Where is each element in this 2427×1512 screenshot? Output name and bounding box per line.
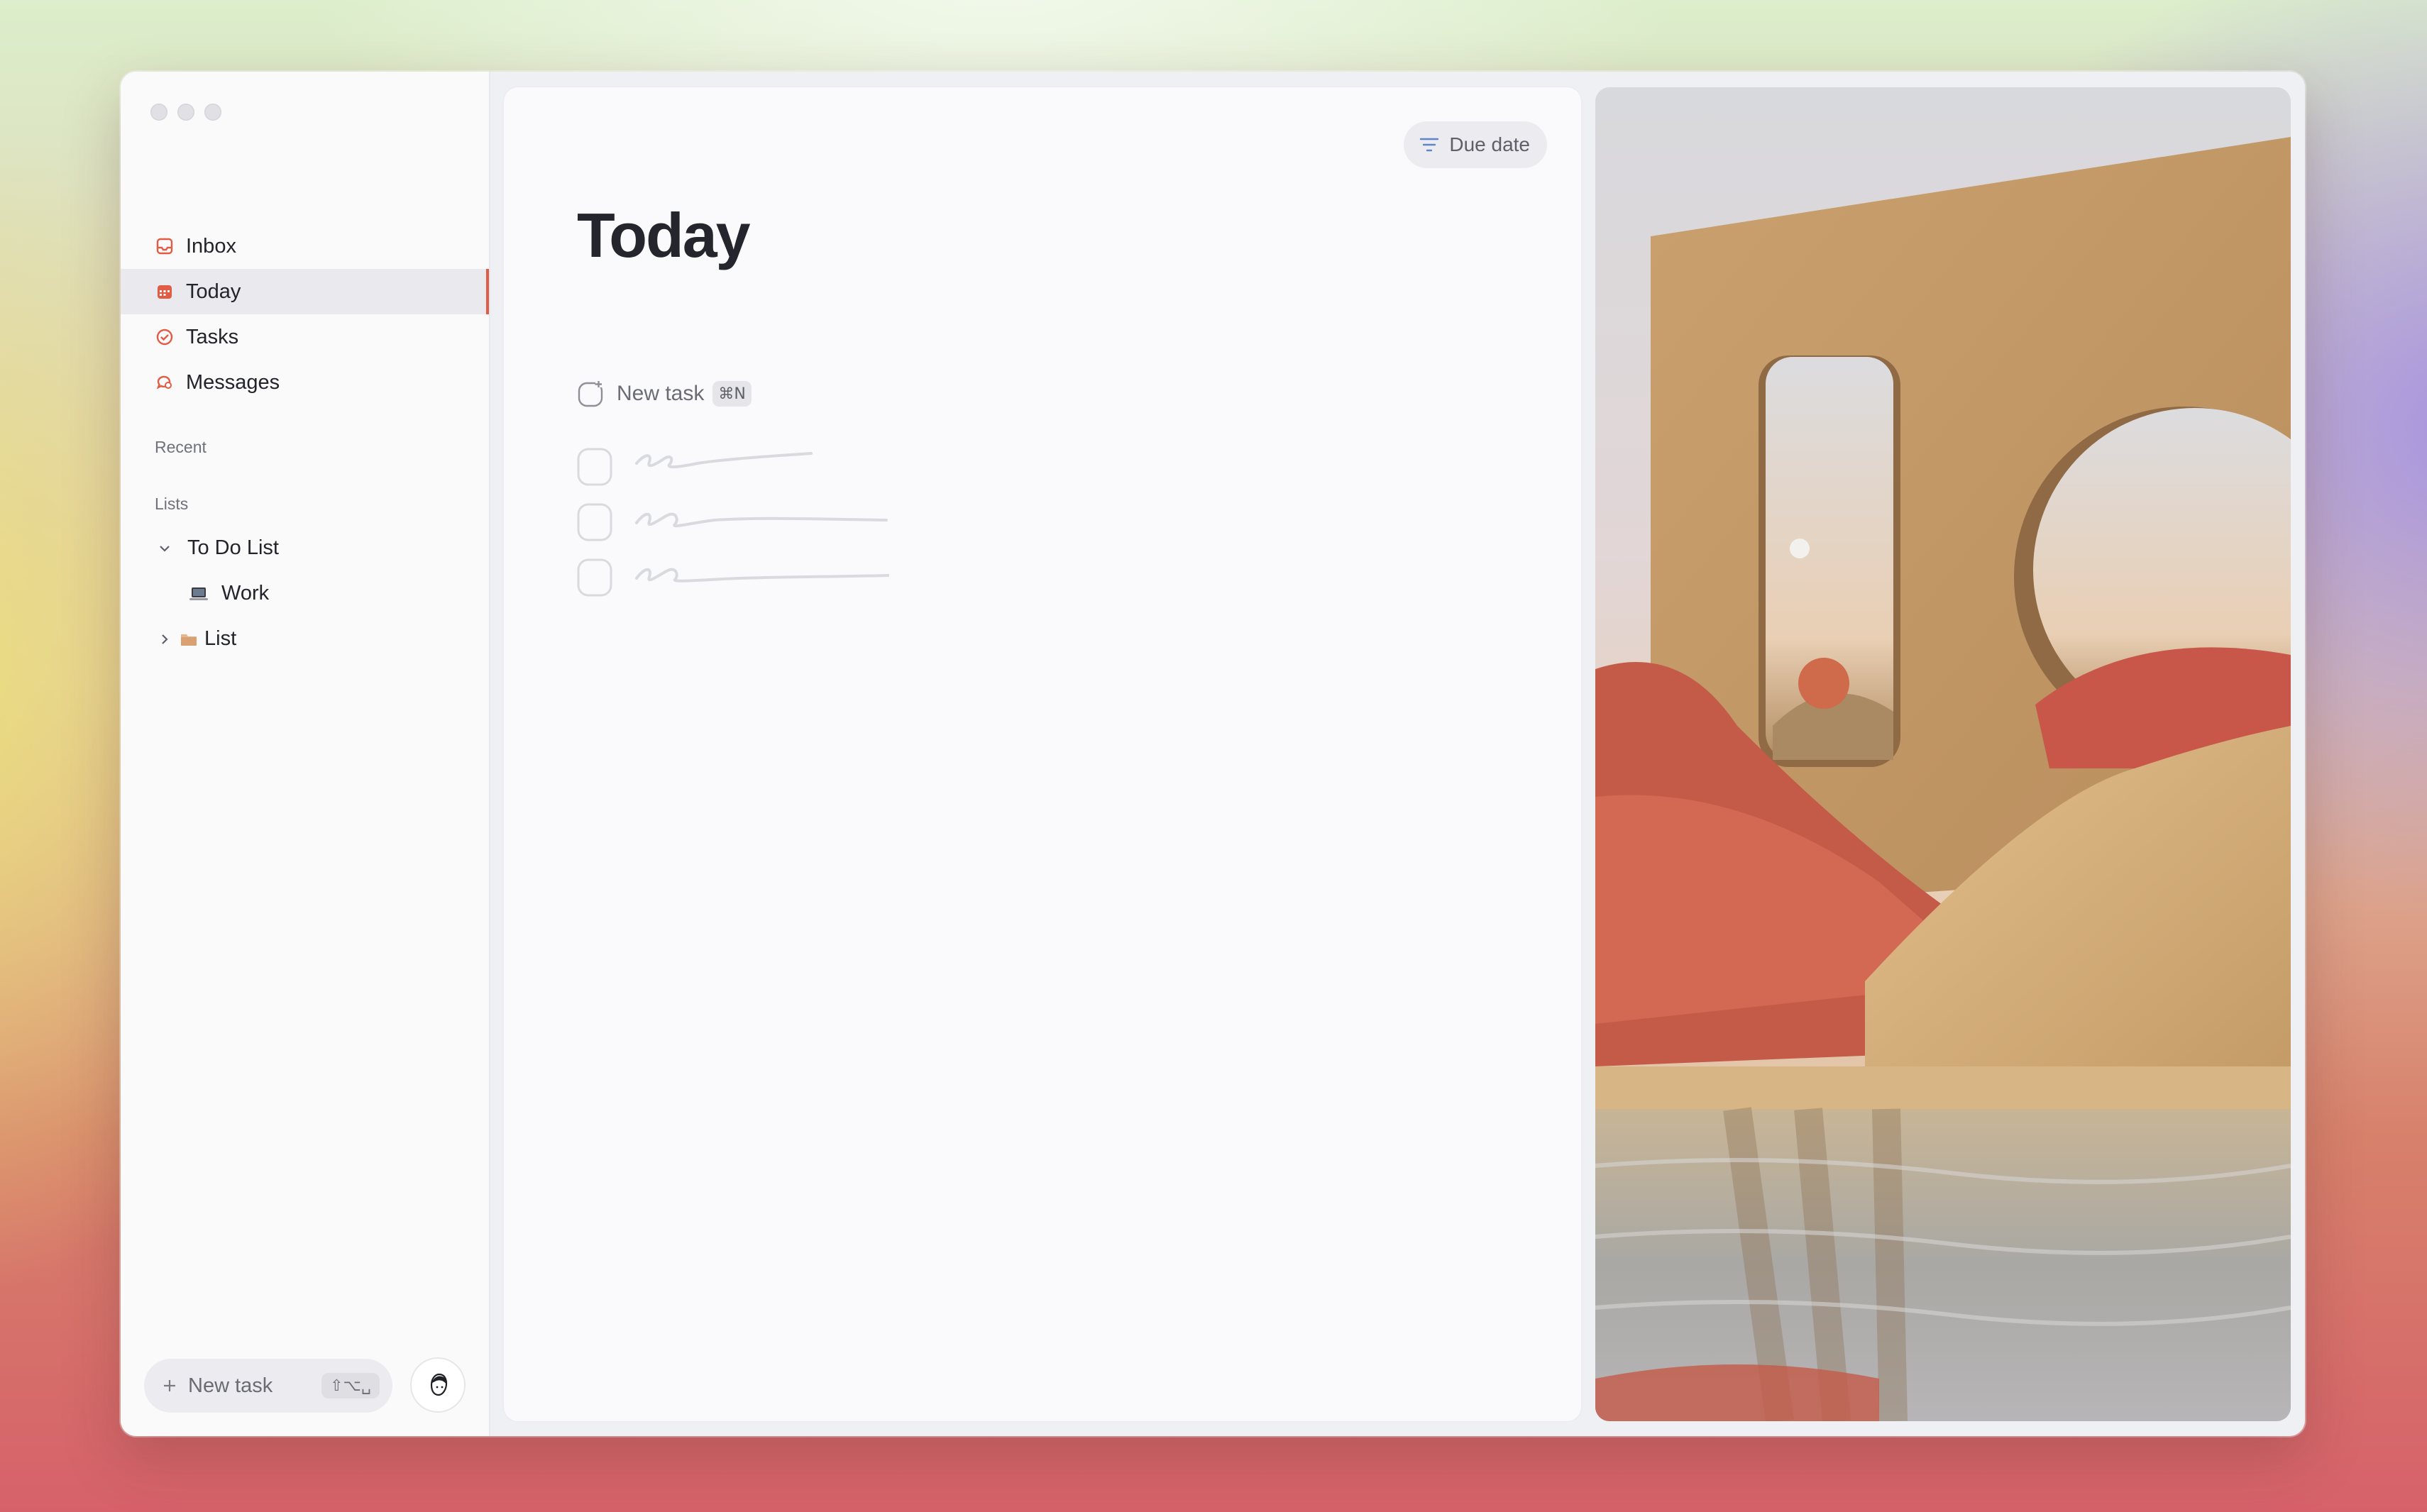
window-controls — [150, 104, 221, 121]
sidebar-item-label: Messages — [186, 370, 280, 394]
sidebar: Inbox Today Tasks Messages Recent Lists — [121, 72, 490, 1436]
placeholder-task-row — [577, 541, 891, 602]
app-window: Inbox Today Tasks Messages Recent Lists — [121, 72, 2305, 1436]
lists-section-label: Lists — [155, 495, 189, 513]
main-content: Due date Today New task ⌘N — [504, 87, 1581, 1421]
sidebar-new-task-button[interactable]: New task ⇧⌥␣ — [144, 1359, 392, 1413]
list-item-label: To Do List — [187, 536, 279, 559]
chevron-down-icon[interactable] — [155, 539, 175, 558]
sidebar-item-label: Inbox — [186, 234, 236, 258]
due-date-label: Due date — [1449, 133, 1530, 155]
sidebar-item-today[interactable]: Today — [121, 269, 489, 314]
folder-icon — [179, 629, 199, 649]
sidebar-item-label: Today — [186, 280, 241, 303]
filter-icon — [1419, 137, 1439, 153]
shortcut-badge: ⌘N — [712, 381, 752, 407]
list-item-label: Work — [221, 582, 270, 605]
new-task-label: New task — [617, 382, 705, 405]
avatar[interactable] — [410, 1357, 466, 1413]
list-item-list[interactable]: List — [155, 627, 236, 651]
list-item-work[interactable]: Work — [189, 582, 269, 605]
sidebar-item-label: Tasks — [186, 325, 239, 348]
page-title: Today — [577, 200, 751, 270]
inbox-icon — [155, 236, 175, 256]
new-task-row[interactable]: New task ⌘N — [577, 380, 752, 408]
minimize-window-button[interactable] — [177, 104, 194, 121]
zoom-window-button[interactable] — [204, 104, 221, 121]
list-item-to-do-list[interactable]: To Do List — [155, 536, 279, 560]
sidebar-item-tasks[interactable]: Tasks — [121, 314, 489, 360]
avatar-icon — [430, 1373, 448, 1396]
laptop-icon — [189, 584, 209, 604]
sidebar-item-inbox[interactable]: Inbox — [121, 224, 489, 269]
messages-icon — [155, 373, 175, 392]
due-date-filter-button[interactable]: Due date — [1404, 121, 1547, 168]
chevron-right-icon[interactable] — [155, 629, 175, 649]
background-illustration — [1595, 87, 2291, 1421]
placeholder-task-row — [577, 486, 889, 546]
sidebar-item-messages[interactable]: Messages — [121, 360, 489, 405]
placeholder-task-row — [577, 431, 875, 491]
shortcut-badge: ⇧⌥␣ — [321, 1373, 380, 1398]
list-item-label: List — [204, 627, 237, 650]
new-task-icon — [577, 380, 605, 408]
calendar-icon — [155, 282, 175, 302]
close-window-button[interactable] — [150, 104, 167, 121]
recent-section-label: Recent — [155, 438, 207, 456]
tasks-icon — [155, 327, 175, 347]
plus-icon — [161, 1377, 178, 1394]
new-task-label: New task — [188, 1374, 273, 1397]
